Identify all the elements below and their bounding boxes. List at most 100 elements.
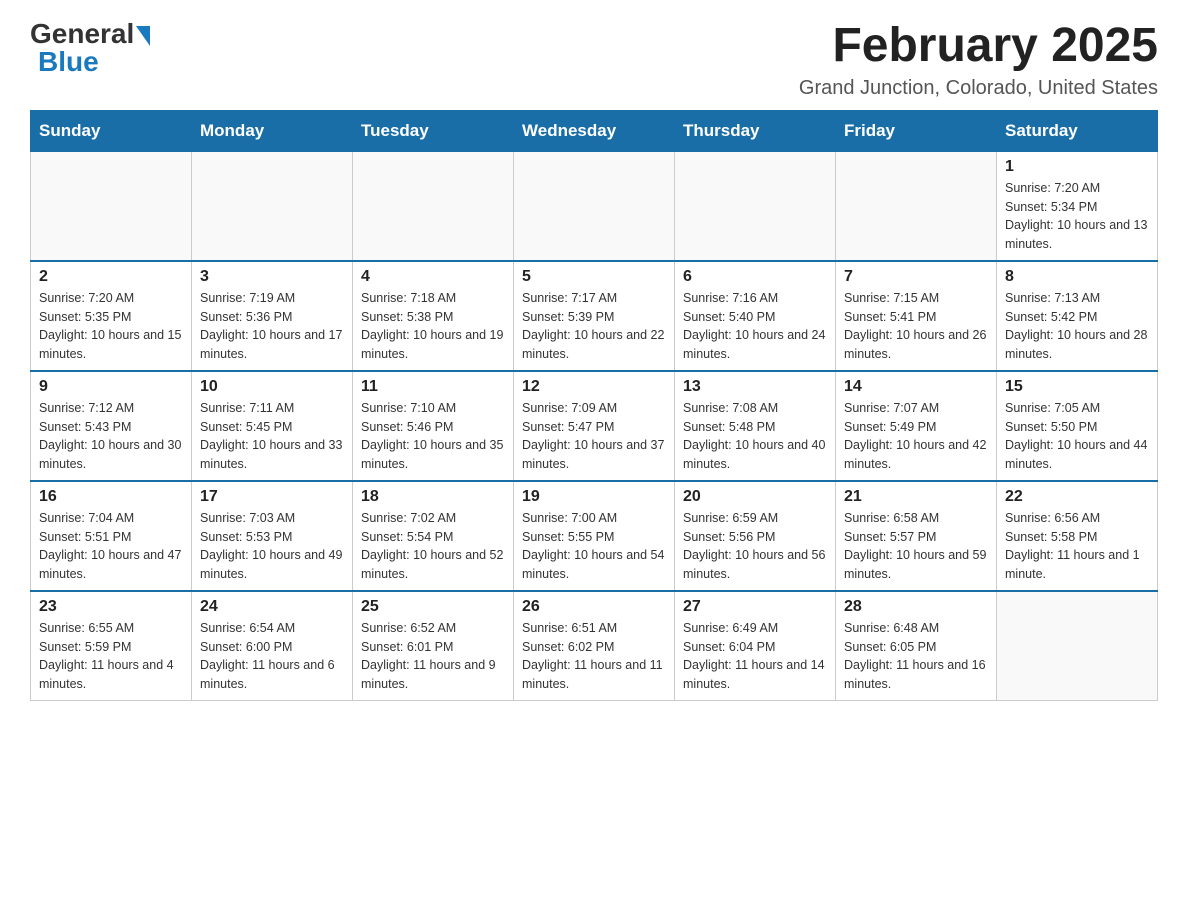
calendar-day-cell: 6 Sunrise: 7:16 AMSunset: 5:40 PMDaylight… [675,261,836,371]
calendar-header-row: SundayMondayTuesdayWednesdayThursdayFrid… [31,110,1158,151]
day-info: Sunrise: 7:17 AMSunset: 5:39 PMDaylight:… [522,289,666,364]
day-header-tuesday: Tuesday [353,110,514,151]
day-info: Sunrise: 7:02 AMSunset: 5:54 PMDaylight:… [361,509,505,584]
calendar-day-cell [836,151,997,261]
calendar-day-cell: 1 Sunrise: 7:20 AMSunset: 5:34 PMDaylight… [997,151,1158,261]
day-info: Sunrise: 6:51 AMSunset: 6:02 PMDaylight:… [522,619,666,694]
day-number: 3 [200,268,344,286]
calendar-day-cell: 3 Sunrise: 7:19 AMSunset: 5:36 PMDaylight… [192,261,353,371]
day-number: 9 [39,378,183,396]
day-info: Sunrise: 7:08 AMSunset: 5:48 PMDaylight:… [683,399,827,474]
calendar-day-cell: 4 Sunrise: 7:18 AMSunset: 5:38 PMDaylight… [353,261,514,371]
day-number: 12 [522,378,666,396]
calendar-day-cell: 7 Sunrise: 7:15 AMSunset: 5:41 PMDaylight… [836,261,997,371]
day-number: 17 [200,488,344,506]
day-header-saturday: Saturday [997,110,1158,151]
calendar-week-row: 2 Sunrise: 7:20 AMSunset: 5:35 PMDaylight… [31,261,1158,371]
calendar-day-cell: 20 Sunrise: 6:59 AMSunset: 5:56 PMDayligh… [675,481,836,591]
day-info: Sunrise: 6:49 AMSunset: 6:04 PMDaylight:… [683,619,827,694]
logo-blue-text: Blue [38,48,99,76]
day-info: Sunrise: 6:59 AMSunset: 5:56 PMDaylight:… [683,509,827,584]
day-number: 16 [39,488,183,506]
day-info: Sunrise: 7:09 AMSunset: 5:47 PMDaylight:… [522,399,666,474]
day-number: 24 [200,598,344,616]
day-number: 23 [39,598,183,616]
calendar-day-cell: 21 Sunrise: 6:58 AMSunset: 5:57 PMDayligh… [836,481,997,591]
logo-triangle-icon [136,26,150,46]
day-number: 26 [522,598,666,616]
day-header-monday: Monday [192,110,353,151]
day-info: Sunrise: 7:18 AMSunset: 5:38 PMDaylight:… [361,289,505,364]
calendar-title: February 2025 [799,20,1158,73]
day-number: 15 [1005,378,1149,396]
day-header-friday: Friday [836,110,997,151]
day-number: 1 [1005,158,1149,176]
day-info: Sunrise: 6:58 AMSunset: 5:57 PMDaylight:… [844,509,988,584]
calendar-day-cell: 9 Sunrise: 7:12 AMSunset: 5:43 PMDaylight… [31,371,192,481]
day-info: Sunrise: 7:16 AMSunset: 5:40 PMDaylight:… [683,289,827,364]
day-info: Sunrise: 6:56 AMSunset: 5:58 PMDaylight:… [1005,509,1149,584]
calendar-day-cell: 16 Sunrise: 7:04 AMSunset: 5:51 PMDayligh… [31,481,192,591]
day-number: 22 [1005,488,1149,506]
calendar-day-cell: 8 Sunrise: 7:13 AMSunset: 5:42 PMDaylight… [997,261,1158,371]
day-number: 6 [683,268,827,286]
day-info: Sunrise: 7:20 AMSunset: 5:35 PMDaylight:… [39,289,183,364]
day-info: Sunrise: 7:12 AMSunset: 5:43 PMDaylight:… [39,399,183,474]
day-number: 14 [844,378,988,396]
title-section: February 2025 Grand Junction, Colorado, … [799,20,1158,100]
day-number: 27 [683,598,827,616]
calendar-day-cell [675,151,836,261]
day-info: Sunrise: 6:54 AMSunset: 6:00 PMDaylight:… [200,619,344,694]
day-info: Sunrise: 7:13 AMSunset: 5:42 PMDaylight:… [1005,289,1149,364]
day-number: 4 [361,268,505,286]
day-info: Sunrise: 7:19 AMSunset: 5:36 PMDaylight:… [200,289,344,364]
calendar-day-cell: 10Sunrise: 7:11 AMSunset: 5:45 PMDayligh… [192,371,353,481]
calendar-week-row: 9 Sunrise: 7:12 AMSunset: 5:43 PMDaylight… [31,371,1158,481]
calendar-day-cell: 13Sunrise: 7:08 AMSunset: 5:48 PMDayligh… [675,371,836,481]
calendar-day-cell [997,591,1158,701]
day-info: Sunrise: 7:05 AMSunset: 5:50 PMDaylight:… [1005,399,1149,474]
day-info: Sunrise: 7:00 AMSunset: 5:55 PMDaylight:… [522,509,666,584]
calendar-day-cell: 27 Sunrise: 6:49 AMSunset: 6:04 PMDayligh… [675,591,836,701]
calendar-day-cell: 25Sunrise: 6:52 AMSunset: 6:01 PMDayligh… [353,591,514,701]
day-info: Sunrise: 7:07 AMSunset: 5:49 PMDaylight:… [844,399,988,474]
logo-general-text: General [30,20,134,48]
logo: General Blue [30,20,150,76]
calendar-week-row: 1 Sunrise: 7:20 AMSunset: 5:34 PMDaylight… [31,151,1158,261]
day-info: Sunrise: 7:04 AMSunset: 5:51 PMDaylight:… [39,509,183,584]
day-info: Sunrise: 7:20 AMSunset: 5:34 PMDaylight:… [1005,179,1149,254]
calendar-day-cell: 22 Sunrise: 6:56 AMSunset: 5:58 PMDayligh… [997,481,1158,591]
calendar-day-cell: 17Sunrise: 7:03 AMSunset: 5:53 PMDayligh… [192,481,353,591]
day-number: 20 [683,488,827,506]
calendar-table: SundayMondayTuesdayWednesdayThursdayFrid… [30,110,1158,701]
day-number: 10 [200,378,344,396]
day-number: 7 [844,268,988,286]
day-number: 28 [844,598,988,616]
calendar-day-cell [31,151,192,261]
calendar-day-cell [514,151,675,261]
day-header-wednesday: Wednesday [514,110,675,151]
calendar-day-cell: 23 Sunrise: 6:55 AMSunset: 5:59 PMDayligh… [31,591,192,701]
calendar-subtitle: Grand Junction, Colorado, United States [799,77,1158,100]
day-info: Sunrise: 6:55 AMSunset: 5:59 PMDaylight:… [39,619,183,694]
calendar-day-cell: 12 Sunrise: 7:09 AMSunset: 5:47 PMDayligh… [514,371,675,481]
day-number: 21 [844,488,988,506]
calendar-day-cell: 14 Sunrise: 7:07 AMSunset: 5:49 PMDayligh… [836,371,997,481]
day-info: Sunrise: 7:15 AMSunset: 5:41 PMDaylight:… [844,289,988,364]
calendar-day-cell [353,151,514,261]
day-number: 19 [522,488,666,506]
calendar-day-cell: 28Sunrise: 6:48 AMSunset: 6:05 PMDayligh… [836,591,997,701]
calendar-day-cell: 2 Sunrise: 7:20 AMSunset: 5:35 PMDaylight… [31,261,192,371]
calendar-week-row: 16 Sunrise: 7:04 AMSunset: 5:51 PMDayligh… [31,481,1158,591]
calendar-day-cell: 5Sunrise: 7:17 AMSunset: 5:39 PMDaylight… [514,261,675,371]
day-header-sunday: Sunday [31,110,192,151]
calendar-day-cell: 11 Sunrise: 7:10 AMSunset: 5:46 PMDayligh… [353,371,514,481]
day-number: 11 [361,378,505,396]
calendar-day-cell: 15 Sunrise: 7:05 AMSunset: 5:50 PMDayligh… [997,371,1158,481]
day-number: 25 [361,598,505,616]
day-number: 8 [1005,268,1149,286]
calendar-day-cell: 26 Sunrise: 6:51 AMSunset: 6:02 PMDayligh… [514,591,675,701]
day-number: 2 [39,268,183,286]
day-info: Sunrise: 7:10 AMSunset: 5:46 PMDaylight:… [361,399,505,474]
page-header: General Blue February 2025 Grand Junctio… [30,20,1158,100]
